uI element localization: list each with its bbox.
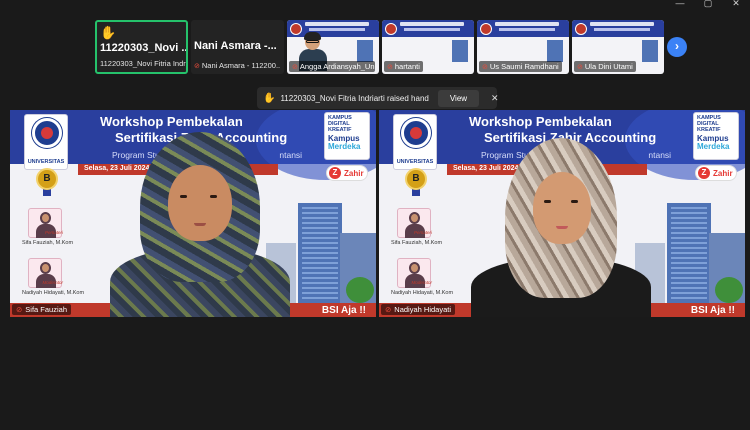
meeting-window: — ▢ ✕ ✋ 11220303_Novi ... 11220303_Novi … [0, 0, 750, 430]
participant-footer-name: ⊘ hartanti [384, 61, 423, 72]
university-label: UNIVERSITAS [27, 159, 65, 165]
maximize-icon[interactable]: ▢ [694, 0, 722, 8]
muted-mic-icon: ⊘ [577, 64, 583, 71]
zahir-icon: Z [329, 167, 341, 179]
participant-tile-video[interactable]: ⊘ Us Saumi Ramdhani [477, 20, 569, 74]
slide-title-line1: Workshop Pembekalan [469, 114, 612, 129]
building-image [357, 40, 373, 62]
kampus-line2: Kampus Merdeka [697, 135, 729, 151]
video-pane-left[interactable]: UNIVERSITAS Workshop Pembekalan Sertifik… [10, 110, 376, 317]
participant-footer-name: ⊘ Ula Dini Utami [574, 61, 636, 72]
muted-mic-icon: ⊘ [16, 305, 23, 314]
muted-mic-icon: ⊘ [292, 64, 298, 71]
participant-tile-video[interactable]: ⊘ hartanti [382, 20, 474, 74]
merdeka-word: Merdeka [697, 142, 730, 151]
participant-footer-name: ⊘ Us Saumi Ramdhani [479, 61, 562, 72]
speaker-photo-2: Moderator [28, 258, 63, 288]
zahir-label: Zahir [713, 168, 733, 178]
window-controls: — ▢ ✕ [666, 0, 750, 8]
slide-subtitle-tail: ntansi [648, 150, 672, 160]
speaker-name-1: Sifa Fauziah, M.Kom [22, 240, 74, 246]
speaker-name-2: Nadiyah Hidayati, M.Kom [22, 290, 85, 296]
participant-video [471, 132, 651, 317]
kampus-merdeka-logo: KAMPUS DIGITAL KREATIF Kampus Merdeka [693, 112, 739, 160]
participant-footer-name: ⊘ Nani Asmara - 112200... [194, 61, 280, 70]
participant-display-name: 11220303_Novi ... [100, 42, 188, 54]
speaker-role: Moderator [411, 280, 432, 285]
participant-footer-label: hartanti [394, 62, 420, 71]
muted-mic-icon: ⊘ [387, 64, 393, 71]
participant-tile-video[interactable]: ⊘ Angga Ardiansyah_Uni... [287, 20, 379, 74]
close-window-icon[interactable]: ✕ [722, 0, 750, 8]
slide-tagline: BSI Aja !! [321, 305, 366, 316]
participant-name: Nadiyah Hidayati [394, 305, 451, 314]
video-pane-right[interactable]: UNIVERSITAS Workshop Pembekalan Sertifik… [379, 110, 745, 317]
building-image [452, 40, 468, 62]
university-label: UNIVERSITAS [396, 159, 434, 165]
university-logo-icon [480, 23, 492, 35]
view-button[interactable]: View [437, 89, 480, 107]
speaker-photo-2: Moderator [397, 258, 432, 288]
participant-footer-label: Angga Ardiansyah_Uni... [299, 62, 375, 71]
medal-letter: B [36, 168, 58, 190]
university-logo: UNIVERSITAS [393, 114, 437, 170]
building-image [547, 40, 563, 62]
zahir-logo: Z Zahir [326, 165, 368, 181]
participant-filmstrip: ✋ 11220303_Novi ... 11220303_Novi Fitria… [95, 20, 664, 74]
participant-name: Sifa Fauziah [25, 305, 67, 314]
participant-tile-raised[interactable]: ✋ 11220303_Novi ... 11220303_Novi Fitria… [95, 20, 188, 74]
raised-hand-icon: ✋ [263, 92, 276, 104]
slide-tagline: BSI Aja !! [690, 305, 735, 316]
merdeka-word: Merdeka [328, 142, 361, 151]
participant-footer-label: Nani Asmara - 112200... [201, 61, 280, 70]
participant-name-label: ⊘ Nadiyah Hidayati [381, 304, 455, 315]
zahir-logo: Z Zahir [695, 165, 737, 181]
participant-tile-name[interactable]: Nani Asmara -... ⊘ Nani Asmara - 112200..… [191, 20, 284, 74]
participant-tile-video[interactable]: ⊘ Ula Dini Utami [572, 20, 664, 74]
kampus-line1: KAMPUS DIGITAL KREATIF [328, 115, 352, 133]
muted-mic-icon: ⊘ [385, 305, 392, 314]
university-logo: UNIVERSITAS [24, 114, 68, 170]
speaker-name-1: Sifa Fauziah, M.Kom [391, 240, 443, 246]
speaker-role: Pemateri [413, 230, 432, 235]
university-logo-icon [575, 23, 587, 35]
speaker-role: Pemateri [44, 230, 63, 235]
participant-name-label: ⊘ Sifa Fauziah [12, 304, 71, 315]
zahir-label: Zahir [344, 168, 364, 178]
close-icon[interactable]: ✕ [491, 93, 499, 104]
participant-footer-name: 11220303_Novi Fitria Indri... [100, 59, 186, 68]
participant-footer-name: ⊘ Angga Ardiansyah_Uni... [289, 61, 375, 72]
muted-mic-icon: ⊘ [194, 63, 200, 70]
building-image [642, 40, 658, 62]
next-page-button[interactable]: › [667, 37, 687, 57]
speaker-photo-1: Pemateri [28, 208, 63, 238]
raised-hand-notification: ✋ 11220303_Novi Fitria Indriarti raised … [257, 87, 499, 109]
slide-subtitle-tail: ntansi [279, 150, 303, 160]
notification-message: 11220303_Novi Fitria Indriarti raised ha… [280, 93, 429, 103]
kampus-merdeka-logo: KAMPUS DIGITAL KREATIF Kampus Merdeka [324, 112, 370, 160]
raised-hand-icon: ✋ [100, 25, 117, 40]
speaker-role: Moderator [42, 280, 63, 285]
accreditation-medal: B [36, 168, 58, 196]
participant-display-name: Nani Asmara -... [194, 40, 277, 52]
minimize-icon[interactable]: — [666, 0, 694, 8]
accreditation-medal: B [405, 168, 427, 196]
participant-footer-label: Us Saumi Ramdhani [489, 62, 559, 71]
speaker-photo-1: Pemateri [397, 208, 432, 238]
participant-footer-label: Ula Dini Utami [584, 62, 633, 71]
muted-mic-icon: ⊘ [482, 64, 488, 71]
zahir-icon: Z [698, 167, 710, 179]
kampus-line2: Kampus Merdeka [328, 135, 360, 151]
participant-video [110, 127, 290, 317]
medal-letter: B [405, 168, 427, 190]
university-logo-icon [385, 23, 397, 35]
speaker-name-2: Nadiyah Hidayati, M.Kom [391, 290, 454, 296]
kampus-line1: KAMPUS DIGITAL KREATIF [697, 115, 721, 133]
